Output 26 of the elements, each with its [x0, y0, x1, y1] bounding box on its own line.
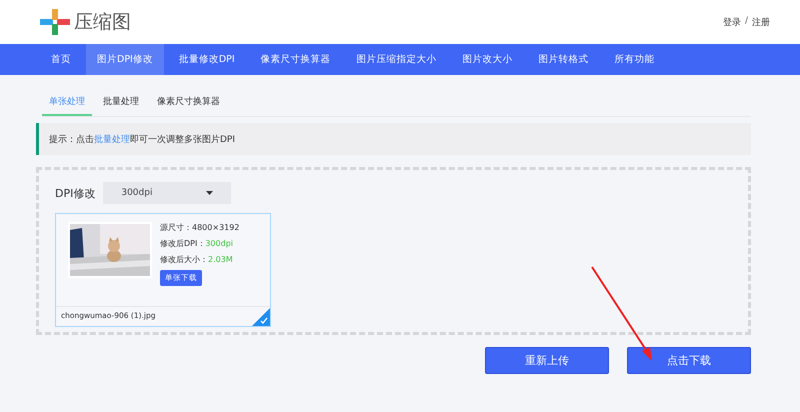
dpi-result: 修改后DPI：300dpi — [160, 238, 234, 249]
logo-icon — [40, 9, 70, 35]
nav-item[interactable]: 图片DPI修改 — [86, 44, 164, 75]
nav-item[interactable]: 批量修改DPI — [168, 44, 246, 75]
action-button[interactable]: 点击下载 — [627, 347, 751, 374]
tab[interactable]: 批量处理 — [96, 93, 146, 116]
login-link[interactable]: 登录 — [722, 16, 741, 28]
register-link[interactable]: 注册 — [752, 16, 770, 28]
dpi-label: DPI修改 — [55, 186, 96, 200]
separator: / — [744, 16, 748, 28]
nav-item[interactable]: 图片压缩指定大小 — [346, 44, 448, 75]
nav-item[interactable]: 首页 — [40, 44, 82, 75]
nav-item[interactable]: 图片转格式 — [528, 44, 600, 75]
tab[interactable]: 像素尺寸换算器 — [150, 93, 227, 116]
source-size: 源尺寸：4800×3192 — [160, 222, 240, 233]
tip-text: 提示：点击批量处理即可一次调整多张图片DPI — [49, 134, 236, 146]
nav-item[interactable]: 图片改大小 — [452, 44, 524, 75]
action-button[interactable]: 重新上传 — [485, 347, 609, 374]
caret-icon — [206, 191, 214, 195]
logo-text: 压缩图 — [74, 10, 131, 35]
batch-link[interactable]: 批量处理 — [94, 134, 130, 144]
nav-item[interactable]: 所有功能 — [604, 44, 666, 75]
tab[interactable]: 单张处理 — [42, 93, 92, 116]
dpi-select[interactable]: 300dpi — [103, 182, 232, 204]
size-result: 修改后大小：2.03M — [160, 254, 234, 265]
nav-item[interactable]: 像素尺寸换算器 — [250, 44, 342, 75]
